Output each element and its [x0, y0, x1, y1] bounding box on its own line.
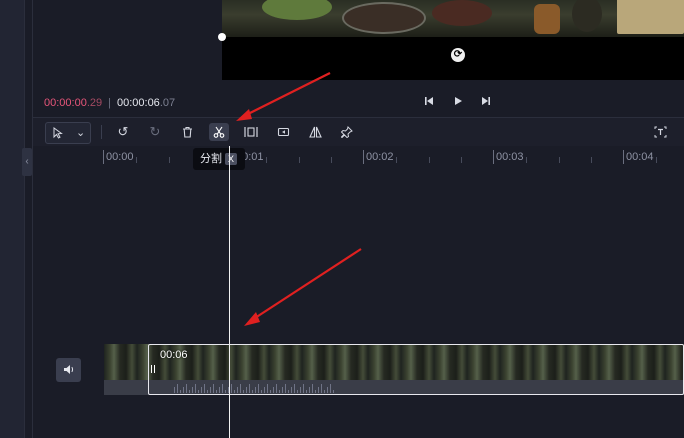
arrow-head — [244, 312, 260, 326]
arrow-line — [254, 248, 362, 319]
arrow-line — [245, 72, 331, 116]
arrow-head — [236, 109, 252, 121]
annotation-arrows — [236, 72, 362, 326]
